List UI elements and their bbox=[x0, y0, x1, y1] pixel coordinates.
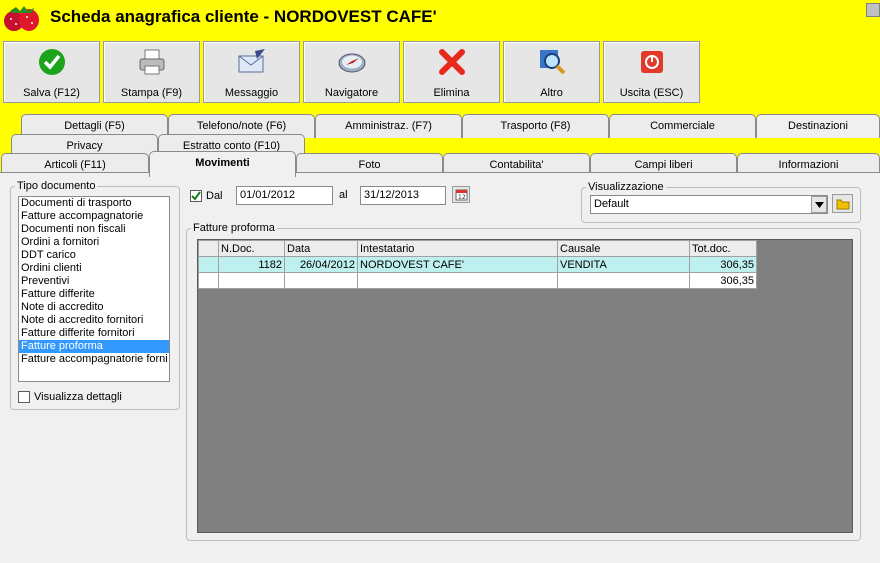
cell-intestatario[interactable]: NORDOVEST CAFE' bbox=[357, 256, 558, 273]
list-item[interactable]: Documenti di trasporto bbox=[19, 197, 169, 210]
list-item[interactable]: Note di accredito fornitori bbox=[19, 314, 169, 327]
svg-text:12: 12 bbox=[458, 194, 466, 201]
message-button[interactable]: Messaggio bbox=[203, 41, 300, 103]
empty-cell bbox=[557, 272, 690, 289]
cell-causale[interactable]: VENDITA bbox=[557, 256, 690, 273]
fatture-proforma-legend: Fatture proforma bbox=[193, 222, 275, 234]
exit-button[interactable]: Uscita (ESC) bbox=[603, 41, 700, 103]
dal-checkbox[interactable] bbox=[190, 190, 202, 202]
empty-cell bbox=[357, 272, 558, 289]
list-item-selected[interactable]: Fatture proforma bbox=[19, 340, 169, 353]
navigator-label: Navigatore bbox=[324, 87, 379, 99]
tab-trasporto[interactable]: Trasporto (F8) bbox=[462, 114, 609, 138]
fatture-table: N.Doc. Data Intestatario Causale Tot.doc… bbox=[198, 240, 757, 289]
printer-icon bbox=[139, 49, 165, 75]
list-item[interactable]: Preventivi bbox=[19, 275, 169, 288]
date-to-field[interactable]: 31/12/2013 bbox=[360, 186, 446, 205]
message-label: Messaggio bbox=[224, 87, 279, 99]
tab-destinazioni[interactable]: Destinazioni bbox=[756, 114, 880, 138]
list-item[interactable]: Ordini a fornitori bbox=[19, 236, 169, 249]
list-item[interactable]: Note di accredito bbox=[19, 301, 169, 314]
save-button[interactable]: Salva (F12) bbox=[3, 41, 100, 103]
visualizzazione-legend: Visualizzazione bbox=[588, 181, 664, 193]
col-ndoc[interactable]: N.Doc. bbox=[218, 240, 285, 257]
folder-icon bbox=[836, 199, 850, 210]
calendar-icon: 12 bbox=[455, 189, 468, 201]
table-row[interactable]: 1182 26/04/2012 NORDOVEST CAFE' VENDITA … bbox=[198, 256, 757, 273]
tab-movimenti[interactable]: Movimenti bbox=[149, 151, 296, 177]
magnifier-icon bbox=[540, 50, 566, 75]
tab-amministrazione[interactable]: Amministraz. (F7) bbox=[315, 114, 462, 138]
date-from-field[interactable]: 01/01/2012 bbox=[236, 186, 333, 205]
row-indicator bbox=[198, 256, 219, 273]
exit-label: Uscita (ESC) bbox=[619, 87, 684, 99]
checkmark-icon bbox=[191, 191, 201, 201]
tipo-documento-legend: Tipo documento bbox=[17, 180, 96, 192]
delete-label: Elimina bbox=[433, 87, 470, 99]
print-button[interactable]: Stampa (F9) bbox=[103, 41, 200, 103]
list-item[interactable]: DDT carico bbox=[19, 249, 169, 262]
list-item[interactable]: Fatture differite bbox=[19, 288, 169, 301]
total-row: 306,35 bbox=[198, 272, 757, 289]
delete-button[interactable]: Elimina bbox=[403, 41, 500, 103]
compass-icon bbox=[338, 53, 366, 73]
total-value: 306,35 bbox=[689, 272, 757, 289]
cell-ndoc[interactable]: 1182 bbox=[218, 256, 285, 273]
list-item[interactable]: Fatture accompagnatorie forni bbox=[19, 353, 169, 366]
visualizzazione-select[interactable]: Default bbox=[590, 195, 828, 214]
row-indicator-header bbox=[198, 240, 219, 257]
window-title: Scheda anagrafica cliente - NORDOVEST CA… bbox=[50, 7, 437, 26]
cell-data[interactable]: 26/04/2012 bbox=[284, 256, 358, 273]
open-folder-button[interactable] bbox=[832, 194, 853, 213]
window-close-button[interactable] bbox=[866, 3, 880, 17]
power-icon bbox=[641, 51, 663, 73]
visualizza-dettagli-label: Visualizza dettagli bbox=[34, 391, 122, 403]
empty-cell bbox=[284, 272, 358, 289]
other-button[interactable]: Altro bbox=[503, 41, 600, 103]
calendar-button[interactable]: 12 bbox=[452, 186, 470, 203]
envelope-pen-icon bbox=[238, 49, 265, 73]
fatture-grid[interactable]: N.Doc. Data Intestatario Causale Tot.doc… bbox=[197, 239, 853, 533]
check-icon bbox=[39, 49, 65, 75]
row-indicator bbox=[198, 272, 219, 289]
save-label: Salva (F12) bbox=[23, 87, 80, 99]
tipo-documento-list[interactable]: Documenti di trasporto Fatture accompagn… bbox=[18, 196, 170, 382]
col-data[interactable]: Data bbox=[284, 240, 358, 257]
list-item[interactable]: Fatture accompagnatorie bbox=[19, 210, 169, 223]
list-item[interactable]: Documenti non fiscali bbox=[19, 223, 169, 236]
visualizza-dettagli-checkbox[interactable] bbox=[18, 391, 30, 403]
col-intestatario[interactable]: Intestatario bbox=[357, 240, 558, 257]
col-tot-doc[interactable]: Tot.doc. bbox=[689, 240, 757, 257]
al-label: al bbox=[339, 189, 348, 201]
chevron-down-icon bbox=[815, 202, 824, 208]
dropdown-button[interactable] bbox=[811, 196, 827, 213]
list-item[interactable]: Ordini clienti bbox=[19, 262, 169, 275]
title-bar: Scheda anagrafica cliente - NORDOVEST CA… bbox=[0, 0, 880, 38]
cell-tot-doc[interactable]: 306,35 bbox=[689, 256, 757, 273]
toolbar: Salva (F12) Stampa (F9) Messaggio Naviga… bbox=[0, 38, 880, 108]
strawberry-icon bbox=[4, 6, 39, 31]
delete-x-icon bbox=[439, 49, 465, 75]
navigator-button[interactable]: Navigatore bbox=[303, 41, 400, 103]
dal-label: Dal bbox=[206, 190, 223, 202]
col-causale[interactable]: Causale bbox=[557, 240, 690, 257]
list-item[interactable]: Fatture differite fornitori bbox=[19, 327, 169, 340]
print-label: Stampa (F9) bbox=[120, 87, 183, 99]
other-label: Altro bbox=[540, 87, 563, 99]
tab-commerciale[interactable]: Commerciale bbox=[609, 114, 756, 138]
table-header: N.Doc. Data Intestatario Causale Tot.doc… bbox=[198, 240, 757, 257]
empty-cell bbox=[218, 272, 285, 289]
